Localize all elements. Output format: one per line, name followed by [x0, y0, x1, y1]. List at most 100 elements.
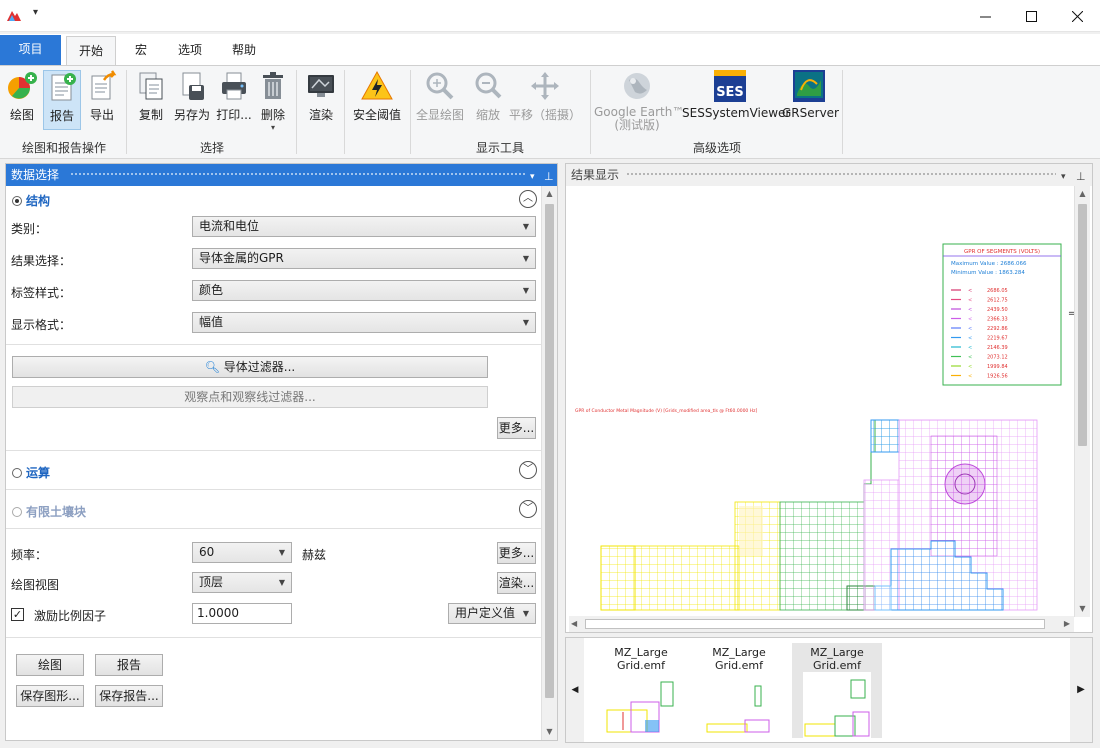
maximize-button[interactable]	[1008, 0, 1054, 32]
display-format-combo[interactable]: 幅值 ▼	[192, 312, 536, 333]
quick-access-dropdown-icon[interactable]: ▾	[33, 7, 38, 18]
app-logo-icon[interactable]	[6, 8, 22, 22]
printer-icon	[222, 72, 246, 100]
structure-radio[interactable]	[12, 196, 22, 206]
delete-button[interactable]: 删除 ▾	[256, 70, 290, 132]
category-combo[interactable]: 电流和电位 ▼	[192, 216, 536, 237]
divider	[6, 637, 542, 638]
grid-plot[interactable]: GPR OF SEGMENTS (VOLTS) Maximum Value : …	[569, 188, 1074, 613]
zoom-button[interactable]: 缩放	[470, 70, 506, 130]
legend-value: 2612.75	[987, 298, 1008, 304]
result-selection-combo[interactable]: 导体金属的GPR ▼	[192, 248, 536, 269]
conductor-filter-button[interactable]: 🔍︎ 导体过滤器...	[12, 356, 488, 378]
report-document-icon	[51, 73, 76, 101]
report-button[interactable]: 报告	[43, 70, 81, 130]
save-as-button[interactable]: 另存为	[171, 70, 213, 130]
report-action-button[interactable]: 报告	[95, 654, 163, 676]
scroll-right-arrow-icon[interactable]: ▶	[1064, 616, 1070, 632]
thumbnail-item[interactable]: MZ_Large Grid.emf	[596, 643, 686, 738]
print-button[interactable]: 打印...	[214, 70, 254, 130]
expand-operation-button[interactable]: ﹀	[519, 461, 537, 479]
frequency-value: 60	[199, 545, 215, 559]
scroll-up-arrow-icon[interactable]: ▲	[542, 186, 557, 202]
plot-action-button[interactable]: 绘图	[16, 654, 84, 676]
user-defined-combo[interactable]: 用户定义值 ▼	[448, 603, 536, 624]
ses-system-viewer-button[interactable]: SES SESSystemViewer	[682, 70, 790, 130]
frequency-combo[interactable]: 60 ▼	[192, 542, 292, 563]
save-report-button[interactable]: 保存报告...	[95, 685, 163, 707]
operation-radio[interactable]	[12, 468, 22, 478]
excitation-label: 激励比例因子	[34, 609, 107, 623]
tag-style-combo[interactable]: 颜色 ▼	[192, 280, 536, 301]
data-selection-title: 数据选择	[11, 168, 60, 182]
tab-options[interactable]: 选项	[170, 36, 210, 66]
excitation-input[interactable]: 1.0000	[192, 603, 292, 624]
result-horizontal-scrollbar[interactable]: ◀ ▶	[569, 616, 1074, 632]
export-button[interactable]: 导出	[84, 70, 120, 130]
panel-dropdown-icon[interactable]: ▾	[530, 166, 535, 188]
scroll-up-arrow-icon[interactable]: ▲	[1075, 186, 1090, 202]
delete-label: 删除	[260, 108, 285, 122]
tab-project[interactable]: 项目	[0, 35, 61, 65]
scroll-thumb[interactable]	[585, 619, 1045, 629]
plot-canvas[interactable]: GPR OF SEGMENTS (VOLTS) Maximum Value : …	[569, 188, 1074, 613]
strip-prev-icon[interactable]: ◀	[566, 638, 584, 742]
safety-threshold-button[interactable]: 安全阈值	[350, 70, 404, 130]
show-all-button[interactable]: 全显绘图	[414, 70, 466, 130]
finite-soil-radio[interactable]	[12, 507, 22, 517]
scroll-down-arrow-icon[interactable]: ▼	[542, 724, 557, 740]
save-plot-button[interactable]: 保存图形...	[16, 685, 84, 707]
chevron-down-icon: ▼	[522, 254, 529, 263]
render-button[interactable]: 渲染	[303, 70, 339, 130]
group-separator	[126, 70, 127, 154]
scroll-thumb[interactable]	[545, 204, 554, 698]
frequency-unit: 赫兹	[302, 548, 327, 562]
minimize-button[interactable]	[962, 0, 1008, 32]
strip-next-icon[interactable]: ▶	[1070, 638, 1092, 742]
collapse-structure-button[interactable]: ︿	[519, 190, 537, 208]
chevron-down-icon: ▼	[522, 286, 529, 295]
scroll-left-arrow-icon[interactable]: ◀	[571, 616, 577, 632]
left-panel-scrollbar[interactable]: ▲ ▼	[541, 186, 557, 740]
legend-marker: <	[968, 374, 972, 380]
thumbnail-item[interactable]: MZ_Large Grid.emf	[694, 643, 784, 738]
result-vertical-scrollbar[interactable]: ▲ ▼	[1074, 186, 1090, 617]
legend-value: 2292.86	[987, 326, 1008, 332]
plot-button[interactable]: 绘图	[4, 70, 40, 130]
legend-marker: <	[968, 307, 972, 313]
result-display-panel: 结果显示 ▾ ⊥ GPR OF SEGMENTS (VOLTS) Maximum	[565, 163, 1093, 633]
grserver-button[interactable]: GRServer	[782, 70, 839, 130]
google-earth-button[interactable]: Google Earth™ (测试版)	[594, 70, 684, 132]
tab-start[interactable]: 开始	[66, 36, 116, 67]
thumbnail-item-selected[interactable]: MZ_Large Grid.emf	[792, 643, 882, 742]
scroll-down-arrow-icon[interactable]: ▼	[1075, 601, 1090, 617]
export-label: 导出	[89, 108, 114, 122]
legend-value: 2366.33	[987, 317, 1008, 323]
legend-value: 1999.84	[987, 364, 1008, 370]
observation-filter-button[interactable]: 观察点和观察线过滤器...	[12, 386, 488, 408]
delete-dropdown-icon[interactable]: ▾	[256, 123, 290, 132]
pan-button[interactable]: 平移（摇摄）	[508, 70, 582, 130]
expand-finite-soil-button[interactable]: ﹀	[519, 500, 537, 518]
finite-soil-section-header[interactable]: 有限土壤块	[12, 503, 86, 520]
excitation-checkbox[interactable]: ✓	[11, 608, 24, 621]
save-as-label: 另存为	[173, 108, 210, 122]
tab-macro[interactable]: 宏	[126, 36, 156, 66]
panel-dropdown-icon[interactable]: ▾	[1061, 166, 1066, 188]
tab-help[interactable]: 帮助	[224, 36, 264, 66]
render-options-button[interactable]: 渲染...	[497, 572, 536, 594]
pin-icon[interactable]: ⊥	[1076, 166, 1086, 188]
copy-button[interactable]: 复制	[133, 70, 169, 130]
frequency-more-button[interactable]: 更多...	[497, 542, 536, 564]
operation-section-header[interactable]: 运算	[12, 464, 50, 481]
structure-section-header[interactable]: 结构	[12, 192, 50, 209]
close-button[interactable]	[1054, 0, 1100, 32]
group-separator	[842, 70, 843, 154]
chevron-down-icon: ▼	[522, 222, 529, 231]
display-format-label: 显示格式：	[11, 318, 72, 332]
pin-icon[interactable]: ⊥	[544, 166, 554, 188]
more-button[interactable]: 更多...	[497, 417, 536, 439]
legend-value: 2219.67	[987, 336, 1008, 342]
scroll-thumb[interactable]	[1078, 204, 1087, 446]
plot-view-combo[interactable]: 顶层 ▼	[192, 572, 292, 593]
